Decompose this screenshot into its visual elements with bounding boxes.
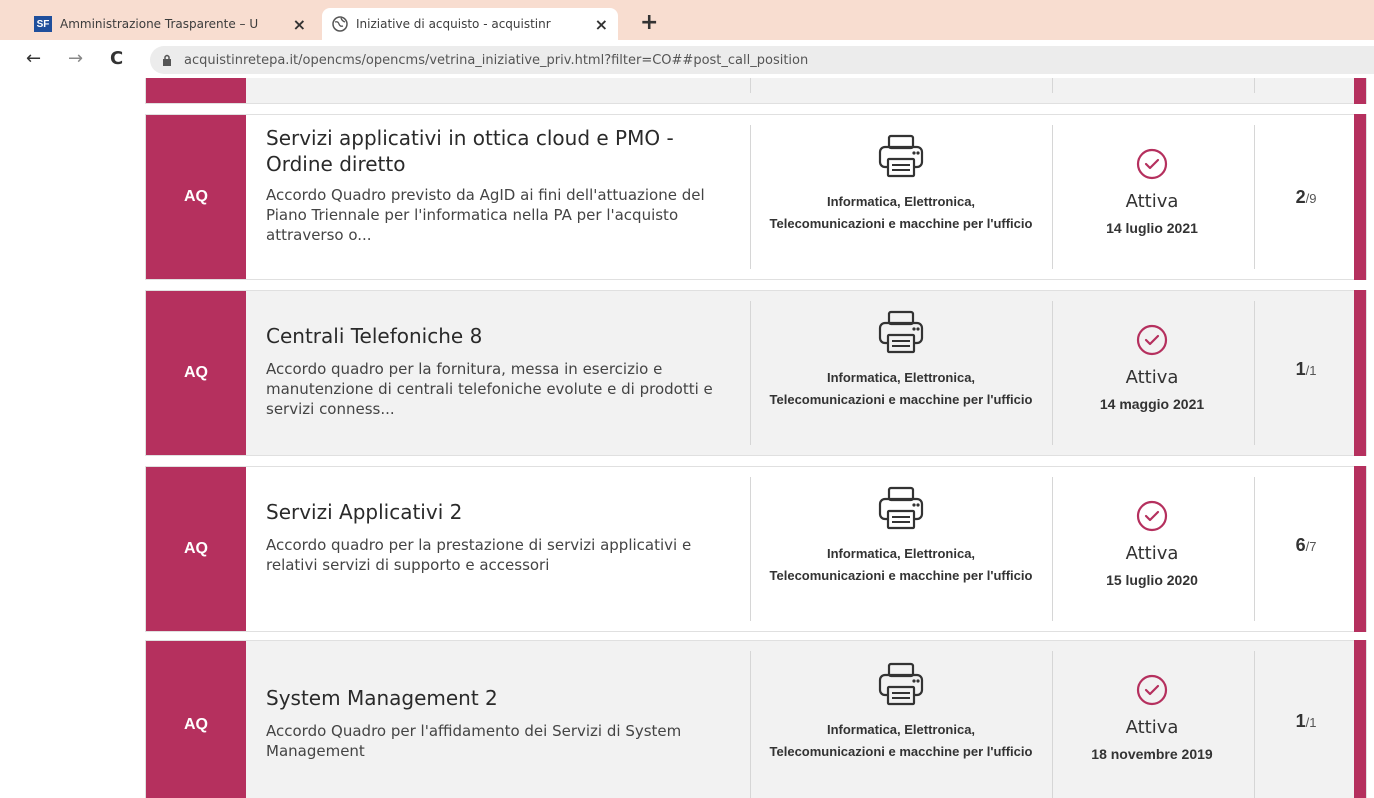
close-icon[interactable]: ×	[595, 15, 608, 34]
initiative-description: Accordo quadro per la prestazione di ser…	[266, 536, 692, 574]
lot-count-value: 1	[1295, 711, 1306, 731]
browser-tab-amministrazione[interactable]: SF Amministrazione Trasparente – U ×	[24, 8, 316, 40]
lot-count-total: /1	[1305, 363, 1317, 378]
column-divider	[1254, 301, 1255, 445]
category-text: Informatica, Elettronica, Telecomunicazi…	[769, 722, 1033, 759]
status-label: Attiva	[1125, 543, 1179, 564]
category-cell: Informatica, Elettronica, Telecomunicazi…	[768, 485, 1034, 587]
initiative-description: Accordo Quadro per l'affidamento dei Ser…	[266, 722, 682, 760]
lot-count: 1/1	[1276, 711, 1336, 732]
lot-count-total: /7	[1305, 539, 1317, 554]
reload-button[interactable]: C	[110, 48, 123, 69]
sf-favicon-icon: SF	[34, 16, 52, 32]
column-divider	[750, 301, 751, 445]
globe-icon	[332, 16, 348, 32]
partial-card	[145, 78, 1367, 104]
column-divider	[750, 125, 751, 269]
lot-count: 6/7	[1276, 535, 1336, 556]
status-date: 18 novembre 2019	[1091, 746, 1213, 762]
initiative-card[interactable]: AQ Servizi Applicativi 2 Accordo quadro …	[145, 466, 1367, 632]
status-date: 14 luglio 2021	[1106, 220, 1198, 236]
status-label: Attiva	[1125, 367, 1179, 388]
initiative-description: Accordo quadro per la fornitura, messa i…	[266, 360, 713, 418]
printer-icon	[878, 134, 924, 178]
accent-bar	[1354, 640, 1366, 798]
check-circle-icon	[1136, 674, 1168, 706]
column-divider	[1052, 78, 1053, 93]
lock-icon	[163, 54, 171, 66]
close-icon[interactable]: ×	[293, 15, 306, 34]
type-badge: AQ	[146, 467, 246, 631]
initiative-title[interactable]: System Management 2	[266, 685, 736, 711]
initiative-title[interactable]: Servizi applicativi in ottica cloud e PM…	[266, 125, 736, 177]
category-text: Informatica, Elettronica, Telecomunicazi…	[769, 194, 1033, 231]
status-cell: Attiva 14 luglio 2021	[1052, 147, 1252, 236]
status-cell: Attiva 18 novembre 2019	[1052, 673, 1252, 762]
initiative-card[interactable]: AQ Servizi applicativi in ottica cloud e…	[145, 114, 1367, 280]
browser-tab-iniziative[interactable]: Iniziative di acquisto - acquistinr ×	[322, 8, 618, 40]
category-text: Informatica, Elettronica, Telecomunicazi…	[769, 546, 1033, 583]
initiative-title[interactable]: Centrali Telefoniche 8	[266, 323, 736, 349]
printer-icon	[878, 310, 924, 354]
status-label: Attiva	[1125, 191, 1179, 212]
type-badge: AQ	[146, 115, 246, 279]
lot-count-value: 1	[1295, 359, 1306, 379]
initiative-card[interactable]: AQ System Management 2 Accordo Quadro pe…	[145, 640, 1367, 798]
status-label: Attiva	[1125, 717, 1179, 738]
back-button[interactable]: ←	[26, 48, 41, 69]
printer-icon	[878, 662, 924, 706]
type-badge: AQ	[146, 291, 246, 455]
browser-tab-bar: SF Amministrazione Trasparente – U × Ini…	[0, 0, 1374, 40]
new-tab-button[interactable]: +	[640, 12, 658, 34]
initiative-card[interactable]: AQ Centrali Telefoniche 8 Accordo quadro…	[145, 290, 1367, 456]
column-divider	[750, 477, 751, 621]
lot-count-total: /9	[1305, 191, 1317, 206]
initiative-description: Accordo Quadro previsto da AgID ai fini …	[266, 186, 705, 244]
tab-title: Amministrazione Trasparente – U	[60, 17, 259, 31]
check-circle-icon	[1136, 148, 1168, 180]
forward-button[interactable]: →	[68, 48, 83, 69]
browser-toolbar: ← → C acquistinretepa.it/opencms/opencms…	[0, 40, 1374, 78]
accent-bar	[1354, 114, 1366, 280]
lot-count-value: 2	[1295, 187, 1306, 207]
column-divider	[1254, 78, 1255, 93]
status-cell: Attiva 15 luglio 2020	[1052, 499, 1252, 588]
category-text: Informatica, Elettronica, Telecomunicazi…	[769, 370, 1033, 407]
category-cell: Informatica, Elettronica, Telecomunicazi…	[768, 309, 1034, 411]
category-cell: Informatica, Elettronica, Telecomunicazi…	[768, 661, 1034, 763]
badge-strip	[146, 78, 246, 103]
status-date: 14 maggio 2021	[1099, 396, 1205, 412]
column-divider	[1254, 125, 1255, 269]
status-cell: Attiva 14 maggio 2021	[1052, 323, 1252, 412]
printer-icon	[878, 486, 924, 530]
lot-count-value: 6	[1295, 535, 1306, 555]
column-divider	[750, 651, 751, 798]
accent-bar	[1354, 466, 1366, 632]
category-cell: Informatica, Elettronica, Telecomunicazi…	[768, 133, 1034, 235]
column-divider	[1254, 477, 1255, 621]
address-bar[interactable]: acquistinretepa.it/opencms/opencms/vetri…	[150, 46, 1374, 74]
check-circle-icon	[1136, 324, 1168, 356]
accent-bar	[1354, 290, 1366, 456]
column-divider	[1254, 651, 1255, 798]
lot-count: 1/1	[1276, 359, 1336, 380]
lot-count: 2/9	[1276, 187, 1336, 208]
check-circle-icon	[1136, 500, 1168, 532]
status-date: 15 luglio 2020	[1106, 572, 1198, 588]
tab-title: Iniziative di acquisto - acquistinr	[356, 17, 551, 31]
accent-bar	[1354, 78, 1366, 104]
type-badge: AQ	[146, 641, 246, 798]
lot-count-total: /1	[1305, 715, 1317, 730]
url-text: acquistinretepa.it/opencms/opencms/vetri…	[184, 52, 809, 68]
column-divider	[750, 78, 751, 93]
initiative-title[interactable]: Servizi Applicativi 2	[266, 499, 736, 525]
page-content: AQ Servizi applicativi in ottica cloud e…	[0, 78, 1374, 798]
